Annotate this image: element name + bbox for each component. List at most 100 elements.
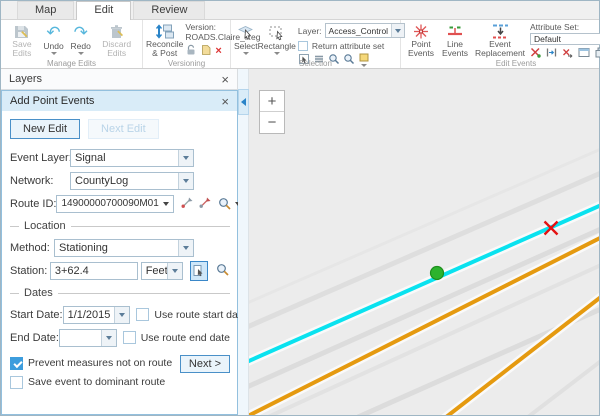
add-point-events-header: Add Point Events × bbox=[2, 91, 237, 111]
network-dropdown[interactable]: CountyLog bbox=[70, 172, 194, 190]
use-route-end-date-label: Use route end date bbox=[141, 332, 230, 344]
redo-icon: ↷ bbox=[74, 23, 88, 42]
next-edit-button[interactable]: Next Edit bbox=[88, 119, 159, 139]
pick-station-tool-button[interactable] bbox=[190, 261, 208, 281]
use-route-end-date-checkbox[interactable] bbox=[123, 331, 136, 344]
save-dominant-route-label: Save event to dominant route bbox=[28, 376, 165, 388]
event-layer-label: Event Layer: bbox=[10, 152, 70, 164]
group-label-manage-edits: Manage Edits bbox=[1, 59, 142, 68]
attribute-set-dropdown[interactable]: Default bbox=[530, 33, 600, 45]
undo-dropdown-caret[interactable] bbox=[51, 52, 57, 55]
select-button[interactable]: Select bbox=[234, 21, 258, 58]
new-version-icon[interactable] bbox=[200, 44, 212, 58]
rectangle-dropdown-caret[interactable] bbox=[274, 52, 280, 55]
prevent-measures-checkbox[interactable] bbox=[10, 357, 23, 370]
rectangle-button[interactable]: Rectangle bbox=[258, 21, 296, 58]
pane-collapse-tab[interactable] bbox=[238, 89, 249, 115]
next-button[interactable]: Next > bbox=[180, 355, 230, 373]
start-date-dropdown-arrow[interactable] bbox=[114, 307, 129, 323]
method-dropdown[interactable]: Stationing bbox=[54, 239, 194, 257]
select-route-icon[interactable] bbox=[180, 196, 194, 212]
event-replacement-button[interactable]: Event Replacement bbox=[472, 21, 528, 58]
zoom-in-button[interactable]: + bbox=[260, 91, 284, 112]
unlock-icon[interactable] bbox=[185, 44, 197, 58]
use-route-start-date-label: Use route start date bbox=[154, 309, 246, 321]
select-dropdown-caret[interactable] bbox=[243, 52, 249, 55]
ribbon-tab-strip: Map Edit Review bbox=[1, 1, 599, 20]
line-events-button[interactable]: Line Events bbox=[438, 21, 472, 58]
add-point-events-body: New Edit Next Edit Event Layer: Signal N… bbox=[2, 111, 237, 414]
network-dropdown-arrow[interactable] bbox=[178, 173, 193, 189]
pick-route-icon[interactable] bbox=[198, 196, 212, 212]
station-unit-dropdown-arrow[interactable] bbox=[167, 263, 182, 279]
delete-version-icon[interactable]: × bbox=[215, 46, 221, 56]
save-edits-button[interactable]: Save Edits bbox=[4, 21, 40, 58]
redo-button[interactable]: ↷ Redo bbox=[67, 21, 94, 58]
route-id-label: Route ID: bbox=[10, 198, 56, 210]
select-cursor-icon bbox=[237, 23, 254, 42]
reconcile-post-button[interactable]: Reconcile & Post bbox=[146, 21, 183, 58]
use-route-start-date-checkbox[interactable] bbox=[136, 308, 149, 321]
layers-panel-title: Layers bbox=[9, 73, 221, 85]
start-date-dropdown[interactable]: 1/1/2015 bbox=[63, 306, 131, 324]
layers-close-icon[interactable]: × bbox=[221, 73, 229, 86]
ribbon: Save Edits ↶ Undo ↷ Redo Discard Edits M… bbox=[1, 20, 599, 69]
add-point-events-panel: Add Point Events × New Edit Next Edit Ev… bbox=[1, 90, 238, 415]
map-view[interactable]: + − bbox=[238, 69, 599, 415]
station-unit-dropdown[interactable]: Feet bbox=[141, 262, 183, 280]
layer-dropdown[interactable]: Access_Control bbox=[325, 23, 406, 38]
attribute-set-label: Attribute Set: bbox=[530, 22, 600, 32]
event-replacement-icon bbox=[490, 23, 511, 40]
line-events-icon bbox=[446, 23, 464, 40]
point-events-icon bbox=[412, 23, 430, 40]
group-label-versioning: Versioning bbox=[143, 59, 230, 68]
selection-options: Layer: Access_Control Return attribute s… bbox=[296, 21, 407, 58]
trash-icon bbox=[108, 23, 125, 40]
map-zoom-control: + − bbox=[259, 90, 285, 134]
end-date-dropdown-arrow[interactable] bbox=[101, 330, 116, 346]
network-label: Network: bbox=[10, 175, 70, 187]
method-dropdown-arrow[interactable] bbox=[178, 240, 193, 256]
return-attribute-checkbox[interactable] bbox=[298, 41, 308, 51]
group-label-edit-events: Edit Events bbox=[401, 59, 600, 68]
new-edit-button[interactable]: New Edit bbox=[10, 119, 80, 139]
rectangle-select-icon bbox=[268, 23, 285, 42]
redo-dropdown-caret[interactable] bbox=[78, 52, 84, 55]
pane-edge-strip bbox=[238, 69, 249, 415]
group-selection: Select Rectangle Layer: Access_Control R… bbox=[231, 20, 401, 68]
dates-section-divider: Dates bbox=[10, 287, 230, 299]
event-layer-dropdown[interactable]: Signal bbox=[70, 149, 194, 167]
tab-review[interactable]: Review bbox=[133, 1, 205, 19]
event-layer-dropdown-arrow[interactable] bbox=[178, 150, 193, 166]
return-attribute-label: Return attribute set bbox=[312, 41, 384, 51]
map-canvas[interactable] bbox=[238, 69, 599, 415]
undo-icon: ↶ bbox=[46, 23, 60, 42]
station-input[interactable]: 3+62.4 bbox=[50, 262, 138, 280]
location-section-title: Location bbox=[24, 220, 66, 232]
tab-map[interactable]: Map bbox=[17, 1, 74, 19]
group-manage-edits: Save Edits ↶ Undo ↷ Redo Discard Edits M… bbox=[1, 20, 143, 68]
left-pane: Layers × Add Point Events × New Edit Nex… bbox=[1, 69, 238, 415]
end-date-label: End Date: bbox=[10, 332, 59, 344]
undo-button[interactable]: ↶ Undo bbox=[40, 21, 67, 58]
discard-edits-button[interactable]: Discard Edits bbox=[94, 21, 139, 58]
point-events-button[interactable]: Point Events bbox=[404, 21, 438, 58]
save-dominant-route-checkbox[interactable] bbox=[10, 376, 23, 389]
reconcile-icon bbox=[155, 23, 174, 40]
layers-panel-header: Layers × bbox=[1, 69, 238, 90]
tab-edit[interactable]: Edit bbox=[76, 1, 131, 20]
prevent-measures-label: Prevent measures not on route bbox=[28, 357, 172, 369]
add-point-events-title: Add Point Events bbox=[10, 95, 221, 107]
add-point-events-close-icon[interactable]: × bbox=[221, 95, 229, 108]
zoom-to-station-icon[interactable] bbox=[216, 263, 230, 279]
route-id-dropdown-arrow[interactable] bbox=[159, 196, 173, 212]
zoom-out-button[interactable]: − bbox=[260, 112, 284, 133]
group-versioning: Reconcile & Post Version: ROADS.Claire_R… bbox=[143, 20, 231, 68]
end-date-dropdown[interactable] bbox=[59, 329, 117, 347]
station-label: Station: bbox=[10, 265, 50, 277]
collapse-arrow-icon bbox=[241, 98, 246, 106]
group-edit-events: Point Events Line Events Event Replaceme… bbox=[401, 20, 600, 68]
attribute-set-panel: Attribute Set: Default bbox=[528, 21, 600, 58]
route-id-combobox[interactable]: 14900000700090M01 bbox=[56, 195, 173, 213]
save-icon bbox=[13, 23, 30, 40]
